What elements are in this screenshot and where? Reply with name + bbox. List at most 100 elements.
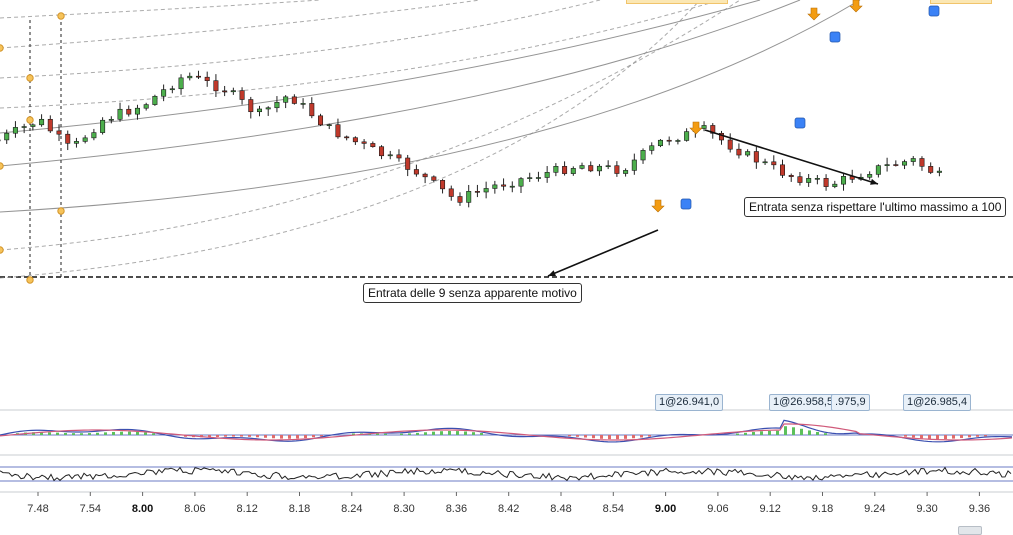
candle-body [74, 141, 78, 143]
macd-histogram-bar [256, 435, 259, 437]
macd-histogram-bar [320, 435, 323, 436]
candle-body [458, 196, 462, 202]
candle-body [301, 103, 305, 104]
candle-body [798, 177, 802, 183]
macd-histogram-bar [808, 430, 811, 435]
candle-body [432, 177, 436, 181]
chart-canvas: 7.487.548.008.068.128.188.248.308.368.42… [0, 0, 1013, 533]
chart: 7.487.548.008.068.128.188.248.308.368.42… [0, 0, 1013, 533]
macd-histogram-bar [296, 435, 299, 439]
macd-histogram-bar [648, 435, 651, 437]
macd-histogram-bar [928, 435, 931, 439]
macd-histogram-bar [960, 435, 963, 438]
candle-body [702, 125, 706, 128]
fan-arc [0, 0, 720, 108]
candle-body [379, 147, 383, 156]
x-tick-label: 8.12 [236, 503, 257, 515]
candle-body [623, 170, 627, 173]
candle-body [179, 78, 183, 89]
macd-histogram-bar [456, 431, 459, 435]
macd-histogram-bar [312, 435, 315, 437]
macd-histogram-bar [472, 432, 475, 435]
fan-arc [0, 0, 480, 48]
exit-marker [929, 6, 939, 16]
candle-body [170, 89, 174, 90]
candle-body [911, 158, 915, 161]
macd-histogram-bar [224, 435, 227, 437]
candle-body [292, 97, 296, 104]
macd-histogram-bar [616, 435, 619, 439]
macd-histogram-bar [744, 433, 747, 435]
macd-histogram-bar [920, 435, 923, 438]
fan-arc [0, 0, 760, 133]
macd-histogram-bar [576, 435, 579, 437]
macd-histogram-bar [632, 435, 635, 438]
candle-body [388, 155, 392, 156]
candle-body [789, 175, 793, 176]
candle-body [902, 162, 906, 166]
macd-histogram-bar [120, 432, 123, 435]
x-tick-label: 8.48 [550, 503, 571, 515]
candle-body [806, 178, 810, 182]
candle-body [833, 184, 837, 186]
candle-body [344, 137, 348, 138]
candle-body [327, 125, 331, 126]
macd-histogram-bar [232, 435, 235, 437]
candle-body [519, 179, 523, 187]
fan-arc [0, 0, 320, 18]
macd-histogram-bar [912, 435, 915, 438]
candle-body [100, 120, 104, 132]
candle-body [336, 125, 340, 137]
candle-body [188, 76, 192, 78]
horizontal-scroll-thumb[interactable] [958, 526, 982, 535]
candle-body [545, 172, 549, 177]
candle-body [13, 127, 17, 133]
trade-markers [652, 0, 939, 212]
x-tick-label: 9.36 [969, 503, 990, 515]
candle-body [562, 166, 566, 173]
exit-marker [830, 32, 840, 42]
macd-histogram-bar [640, 435, 643, 437]
candle-body [31, 125, 35, 127]
candle-body [824, 178, 828, 186]
top-banner-left [626, 0, 728, 4]
candle-body [118, 109, 122, 119]
macd-histogram-bar [464, 431, 467, 435]
candle-body [571, 168, 575, 173]
macd-histogram-bar [136, 432, 139, 435]
macd-histogram-bar [432, 432, 435, 435]
macd-histogram-bar [288, 435, 291, 439]
candle-body [135, 108, 139, 114]
candle-body [467, 191, 471, 202]
macd-histogram-bar [408, 433, 411, 435]
candle-body [885, 165, 889, 166]
fill-label-1: 1@26.941,0 [655, 394, 723, 411]
macd-histogram-bar [624, 435, 627, 439]
candle-body [205, 77, 209, 80]
candle-body [815, 178, 819, 179]
annotation-entry-max: Entrata senza rispettare l'ultimo massim… [744, 197, 1006, 217]
macd-histogram-bar [952, 435, 955, 439]
fan-handle [58, 208, 64, 214]
candle-body [597, 166, 601, 171]
macd-histogram-bar [600, 435, 603, 439]
exit-marker [681, 199, 691, 209]
candle-body [109, 119, 113, 120]
x-tick-label: 8.00 [132, 503, 153, 515]
candle-body [48, 119, 52, 131]
macd-histogram-bar [936, 435, 939, 439]
x-tick-label: 9.12 [759, 503, 780, 515]
macd-histogram-bar [144, 433, 147, 435]
fill-label-3: .975,9 [831, 394, 870, 411]
candle-body [658, 140, 662, 145]
x-tick-label: 9.00 [655, 503, 676, 515]
candle-body [144, 105, 148, 109]
price-candles [0, 71, 942, 208]
macd-histogram-bar [56, 433, 59, 435]
candle-body [66, 134, 70, 143]
macd-histogram-bar [384, 434, 387, 435]
entry-marker [808, 8, 820, 20]
oscillator-panel [0, 467, 1013, 481]
candle-body [414, 169, 418, 174]
macd-histogram-bar [448, 431, 451, 435]
